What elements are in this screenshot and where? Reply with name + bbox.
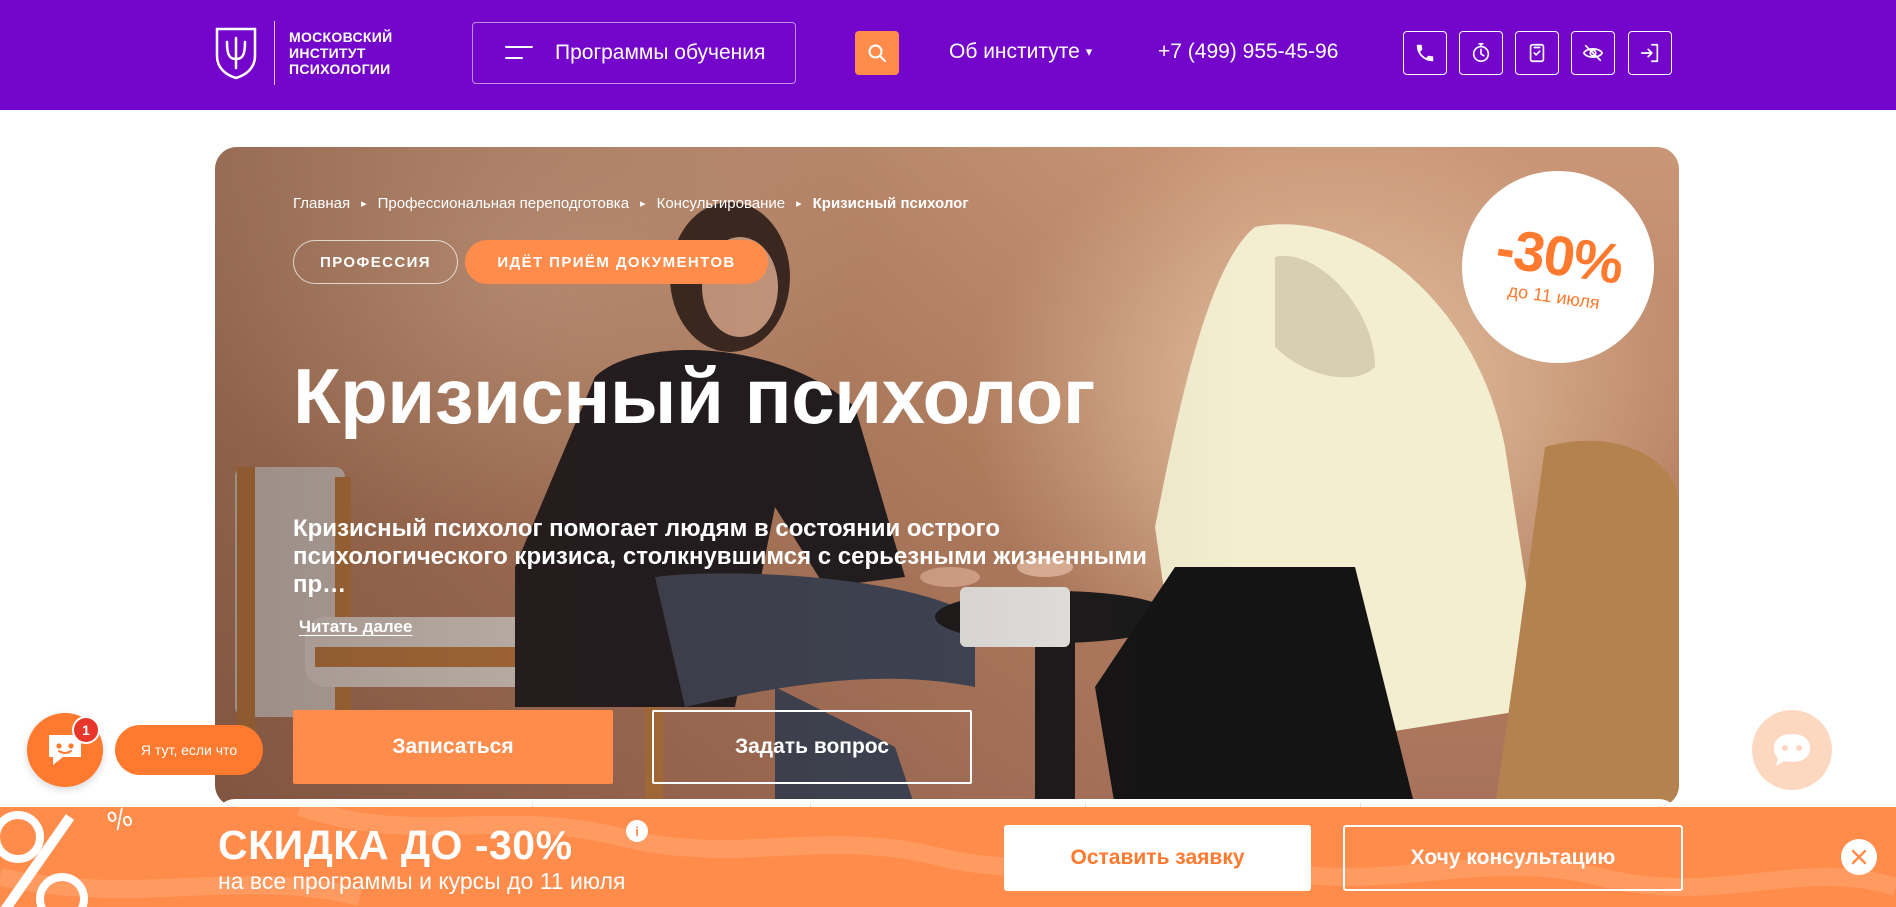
timer-icon xyxy=(1472,43,1490,63)
breadcrumb-counseling[interactable]: Консультирование xyxy=(657,195,786,212)
logo-line: МОСКОВСКИЙ xyxy=(289,29,393,45)
menu-icon xyxy=(505,46,535,60)
logo-divider xyxy=(274,21,275,85)
want-consultation-button[interactable]: Хочу консультацию xyxy=(1343,825,1683,891)
program-info-cards xyxy=(215,799,1679,807)
page-title: Кризисный психолог xyxy=(293,352,1095,440)
document-check-icon xyxy=(1529,43,1545,63)
promo-subtitle: на все программы и курсы до 11 июля xyxy=(218,868,626,894)
programs-label: Программы обучения xyxy=(555,41,766,64)
search-button[interactable] xyxy=(855,31,899,75)
about-label: Об институте xyxy=(949,40,1080,63)
breadcrumb-separator: ▸ xyxy=(796,198,802,210)
about-dropdown[interactable]: Об институте ▾ xyxy=(949,40,1092,64)
accessibility-button[interactable] xyxy=(1571,31,1615,75)
search-icon xyxy=(868,44,886,62)
promo-title: СКИДКА ДО -30% xyxy=(218,822,573,868)
chat-notification-badge: 1 xyxy=(72,716,100,744)
logo-line: ИНСТИТУТ xyxy=(289,45,366,61)
read-more-link[interactable]: Читать далее xyxy=(299,617,412,637)
timer-button[interactable] xyxy=(1459,31,1503,75)
documents-button[interactable] xyxy=(1515,31,1559,75)
hero-banner: Главная ▸ Профессиональная переподготовк… xyxy=(215,147,1679,807)
chat-bubble-icon xyxy=(1774,734,1810,766)
login-icon xyxy=(1640,43,1659,63)
percent-decoration-icon: % xyxy=(0,807,137,907)
chat-prompt[interactable]: Я тут, если что xyxy=(115,725,263,775)
breadcrumb-home[interactable]: Главная xyxy=(293,195,350,212)
breadcrumb-retraining[interactable]: Профессиональная переподготовка xyxy=(378,195,629,212)
profession-chip: ПРОФЕССИЯ xyxy=(293,240,458,284)
breadcrumb-separator: ▸ xyxy=(361,198,367,210)
phone-icon xyxy=(1416,44,1434,62)
eye-off-icon xyxy=(1582,44,1604,62)
breadcrumb: Главная ▸ Профессиональная переподготовк… xyxy=(293,195,969,212)
close-promo-button[interactable] xyxy=(1841,839,1877,875)
psi-logo-icon xyxy=(215,27,257,80)
leave-request-button[interactable]: Оставить заявку xyxy=(1004,825,1311,891)
svg-text:%: % xyxy=(103,807,136,839)
login-button[interactable] xyxy=(1628,31,1672,75)
ask-question-button[interactable]: Задать вопрос xyxy=(652,710,972,784)
logo-text: МОСКОВСКИЙ ИНСТИТУТ ПСИХОЛОГИИ xyxy=(289,29,392,77)
institute-logo[interactable]: МОСКОВСКИЙ ИНСТИТУТ ПСИХОЛОГИИ xyxy=(214,20,392,86)
breadcrumb-separator: ▸ xyxy=(640,198,646,210)
phone-link[interactable]: +7 (499) 955-45-96 xyxy=(1158,40,1338,64)
support-chat-button[interactable] xyxy=(1752,710,1832,790)
enroll-button[interactable]: Записаться xyxy=(293,710,613,784)
site-header: МОСКОВСКИЙ ИНСТИТУТ ПСИХОЛОГИИ Программы… xyxy=(0,0,1896,110)
close-icon xyxy=(1851,849,1867,865)
chevron-down-icon: ▾ xyxy=(1085,44,1093,59)
info-icon[interactable]: i xyxy=(626,820,648,842)
logo-line: ПСИХОЛОГИИ xyxy=(289,61,391,77)
promo-banner: % СКИДКА ДО -30% i на все программы и ку… xyxy=(0,807,1896,907)
call-button[interactable] xyxy=(1403,31,1447,75)
admission-status-chip: ИДЁТ ПРИЁМ ДОКУМЕНТОВ xyxy=(465,240,768,284)
programs-menu-button[interactable]: Программы обучения xyxy=(472,22,796,84)
program-description: Кризисный психолог помогает людям в сост… xyxy=(293,515,1147,598)
breadcrumb-current: Кризисный психолог xyxy=(812,195,969,212)
